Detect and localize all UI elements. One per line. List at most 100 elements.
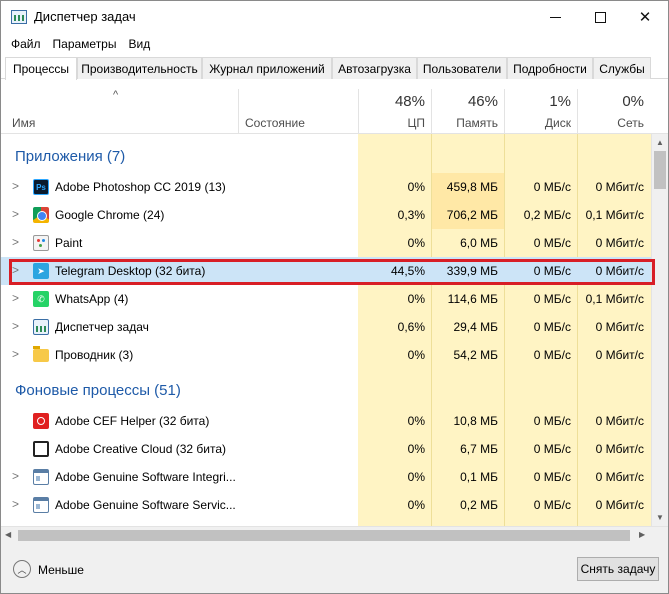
memory-value: 459,8 МБ: [446, 180, 498, 194]
chevron-right-icon[interactable]: >: [12, 291, 19, 305]
process-name: Диспетчер задач: [55, 320, 149, 334]
tab-users[interactable]: Пользователи: [417, 57, 507, 79]
whatsapp-icon: ✆: [33, 291, 49, 307]
table-row[interactable]: > Диспетчер задач 0,6% 29,4 МБ 0 МБ/с 0 …: [1, 313, 651, 341]
disk-value: 0 МБ/с: [533, 348, 571, 362]
disk-total[interactable]: 1%: [507, 93, 571, 110]
chevron-right-icon[interactable]: >: [12, 207, 19, 221]
folder-icon: [33, 346, 49, 362]
group-background: Фоновые процессы (51): [15, 382, 181, 399]
cpu-value: 0,3%: [397, 208, 425, 222]
memory-value: 114,6 МБ: [447, 292, 498, 306]
network-value: 0,1 Мбит/с: [585, 208, 644, 222]
chevron-right-icon[interactable]: >: [12, 319, 19, 333]
column-network[interactable]: Сеть: [580, 116, 644, 130]
disk-value: 0 МБ/с: [533, 470, 571, 484]
table-row[interactable]: > ✆ WhatsApp (4) 0% 114,6 МБ 0 МБ/с 0,1 …: [1, 285, 651, 313]
network-value: 0 Мбит/с: [595, 180, 644, 194]
memory-value: 6,7 МБ: [460, 442, 498, 456]
menu-view[interactable]: Вид: [122, 37, 156, 51]
tab-details[interactable]: Подробности: [507, 57, 593, 79]
process-name: Paint: [55, 236, 83, 250]
network-value: 0,1 Мбит/с: [585, 292, 644, 306]
network-value: 0 Мбит/с: [595, 348, 644, 362]
disk-value: 0 МБ/с: [533, 320, 571, 334]
process-name: Adobe Photoshop CC 2019 (13): [55, 180, 226, 194]
vertical-scrollbar[interactable]: ▲ ▼: [651, 134, 668, 526]
tab-startup[interactable]: Автозагрузка: [332, 57, 417, 79]
sort-ascending-icon[interactable]: ^: [113, 89, 118, 101]
column-name[interactable]: Имя: [12, 116, 35, 130]
memory-total[interactable]: 46%: [434, 93, 498, 110]
chevron-right-icon[interactable]: >: [12, 469, 19, 483]
chevron-right-icon[interactable]: >: [12, 497, 19, 511]
scroll-up-icon[interactable]: ▲: [656, 138, 664, 147]
memory-value: 54,2 МБ: [453, 348, 498, 362]
tab-performance[interactable]: Производительность: [77, 57, 202, 79]
table-row[interactable]: > Paint 0% 6,0 МБ 0 МБ/с 0 Мбит/с: [1, 229, 651, 257]
memory-value: 0,2 МБ: [460, 498, 498, 512]
table-row[interactable]: > Ps Adobe Photoshop CC 2019 (13) 0% 459…: [1, 173, 651, 201]
cpu-value: 0%: [407, 498, 425, 512]
network-value: 0 Мбит/с: [595, 236, 644, 250]
tab-services[interactable]: Службы: [593, 57, 651, 79]
scroll-down-icon[interactable]: ▼: [656, 513, 664, 522]
cpu-total[interactable]: 48%: [361, 93, 425, 110]
close-button[interactable]: ✕: [622, 1, 668, 33]
adobe-cef-icon: [33, 413, 49, 429]
scroll-left-icon[interactable]: ◀: [5, 530, 11, 539]
scroll-thumb[interactable]: [654, 151, 666, 189]
end-task-button[interactable]: Снять задачу: [577, 557, 659, 581]
network-value: 0 Мбит/с: [595, 320, 644, 334]
table-row[interactable]: Adobe CEF Helper (32 бита) 0% 10,8 МБ 0 …: [1, 407, 651, 435]
cpu-value: 0%: [407, 470, 425, 484]
cpu-value: 0%: [407, 442, 425, 456]
minimize-button[interactable]: [532, 1, 578, 33]
disk-value: 0,2 МБ/с: [523, 208, 571, 222]
chevron-right-icon[interactable]: >: [12, 235, 19, 249]
hscroll-thumb[interactable]: [18, 530, 630, 541]
disk-value: 0 МБ/с: [533, 292, 571, 306]
disk-value: 0 МБ/с: [533, 442, 571, 456]
title-bar: Диспетчер задач ✕: [1, 1, 668, 33]
column-disk[interactable]: Диск: [507, 116, 571, 130]
fewer-details-link[interactable]: Меньше: [38, 563, 84, 577]
column-status[interactable]: Состояние: [245, 116, 305, 130]
chrome-icon: [33, 207, 49, 223]
process-name: Adobe Genuine Software Integri...: [55, 470, 236, 484]
maximize-button[interactable]: [577, 1, 623, 33]
group-apps: Приложения (7): [15, 148, 126, 165]
table-row[interactable]: Adobe Creative Cloud (32 бита) 0% 6,7 МБ…: [1, 435, 651, 463]
chevron-up-icon[interactable]: ︿: [13, 560, 31, 578]
cpu-value: 0%: [407, 236, 425, 250]
menu-options[interactable]: Параметры: [47, 37, 123, 51]
close-icon: ✕: [638, 9, 652, 26]
column-memory[interactable]: Память: [434, 116, 498, 130]
process-name: Adobe Creative Cloud (32 бита): [55, 442, 227, 456]
process-name: Adobe CEF Helper (32 бита): [55, 414, 210, 428]
window-title: Диспетчер задач: [34, 9, 136, 24]
process-name: Adobe Genuine Software Servic...: [55, 498, 236, 512]
table-row[interactable]: > Google Chrome (24) 0,3% 706,2 МБ 0,2 М…: [1, 201, 651, 229]
tab-processes[interactable]: Процессы: [5, 57, 77, 80]
tab-app-history[interactable]: Журнал приложений: [202, 57, 332, 79]
table-row[interactable]: > Проводник (3) 0% 54,2 МБ 0 МБ/с 0 Мбит…: [1, 341, 651, 369]
column-header: ^ Имя Состояние 48% ЦП 46% Память 1% Дис…: [1, 80, 668, 134]
highlight-annotation: [9, 259, 655, 285]
chevron-right-icon[interactable]: >: [12, 347, 19, 361]
column-cpu[interactable]: ЦП: [361, 116, 425, 130]
network-value: 0 Мбит/с: [595, 414, 644, 428]
disk-value: 0 МБ/с: [533, 414, 571, 428]
scroll-right-icon[interactable]: ▶: [639, 530, 645, 539]
tab-bar: Процессы Производительность Журнал прило…: [1, 57, 668, 80]
table-row[interactable]: > Adobe Genuine Software Servic... 0% 0,…: [1, 491, 651, 519]
menu-file[interactable]: Файл: [1, 37, 47, 51]
network-value: 0 Мбит/с: [595, 442, 644, 456]
disk-value: 0 МБ/с: [533, 236, 571, 250]
table-row[interactable]: > Adobe Genuine Software Integri... 0% 0…: [1, 463, 651, 491]
task-manager-icon: [11, 10, 27, 24]
chevron-right-icon[interactable]: >: [12, 179, 19, 193]
horizontal-scrollbar[interactable]: ◀ ▶: [1, 526, 668, 543]
network-total[interactable]: 0%: [580, 93, 644, 110]
task-manager-icon: [33, 319, 49, 335]
